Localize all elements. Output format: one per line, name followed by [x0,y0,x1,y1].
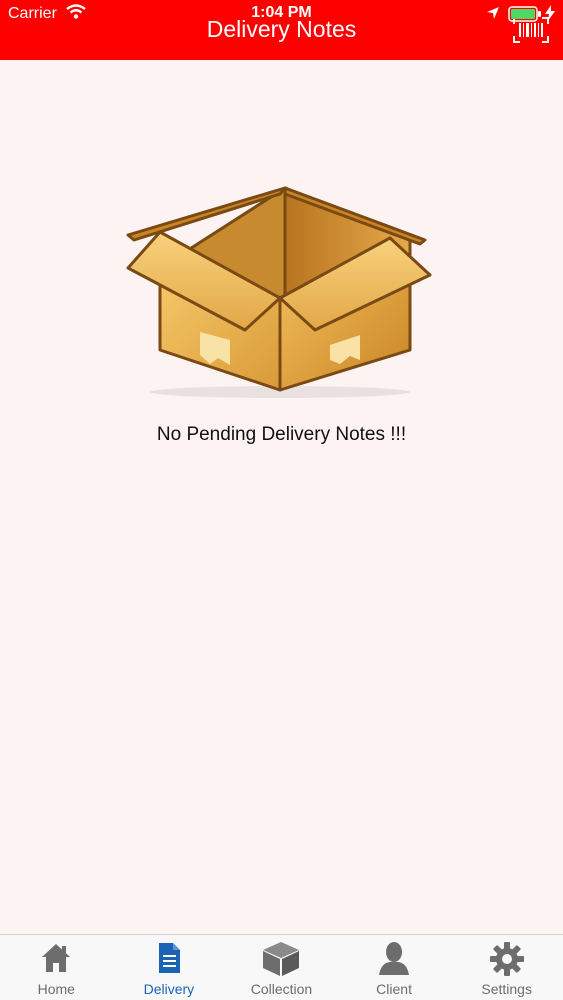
status-time: 1:04 PM [251,4,312,21]
tab-home[interactable]: Home [0,935,113,1000]
tab-home-label: Home [37,981,75,997]
charging-bolt-icon [545,5,555,26]
tab-bar: Home Delivery Collection Client Settings [0,934,563,1000]
tab-settings-label: Settings [481,981,532,997]
tab-client[interactable]: Client [338,935,451,1000]
tab-collection[interactable]: Collection [225,935,338,1000]
tab-settings[interactable]: Settings [450,935,563,1000]
tab-client-label: Client [376,981,412,997]
empty-state-message: No Pending Delivery Notes !!! [156,424,407,445]
open-box-illustration [120,180,440,405]
tab-collection-label: Collection [250,981,313,997]
person-icon [379,942,410,975]
battery-icon [508,6,542,27]
gear-icon [489,942,524,976]
tab-delivery[interactable]: Delivery [113,935,226,1000]
main-content: No Pending Delivery Notes !!! [0,60,563,934]
tab-delivery-label: Delivery [143,981,195,997]
document-icon [158,943,180,973]
home-icon [42,944,71,972]
status-bar: Carrier 1:04 PM [0,0,563,28]
cube-icon [263,942,300,976]
location-arrow-icon [486,6,500,25]
